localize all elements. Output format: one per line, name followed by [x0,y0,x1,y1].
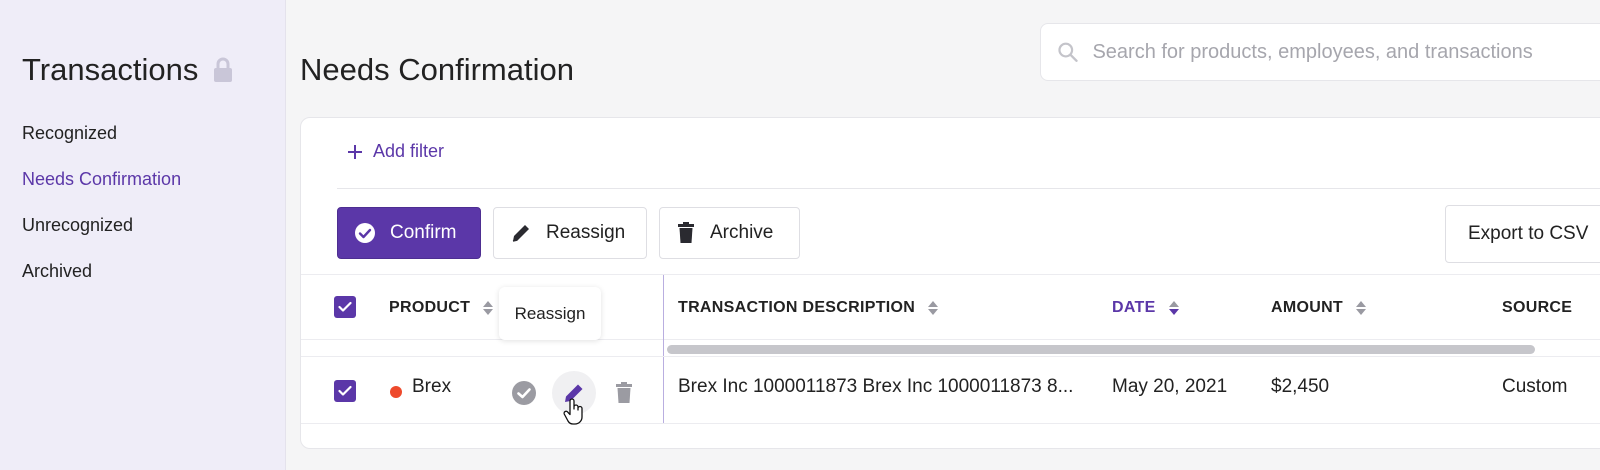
sort-icon [483,301,494,315]
column-header-product[interactable]: PRODUCT [389,299,494,317]
column-header-source[interactable]: SOURCE [1502,299,1572,317]
product-cell: Brex [412,376,452,397]
add-filter-button[interactable]: Add filter [347,141,444,162]
trash-icon [678,222,694,243]
lock-icon [214,57,233,82]
sidebar-nav: Recognized Needs Confirmation Unrecogniz… [22,120,181,304]
transactions-card: Add filter Confirm Reassign Archive Expo… [300,117,1600,449]
archive-label: Archive [710,222,774,243]
header-divider [301,339,1600,340]
sort-icon [928,301,939,315]
trash-icon [616,382,632,403]
check-circle-icon [355,223,375,243]
sidebar-title: Transactions [22,52,234,88]
status-dot [390,386,402,398]
checkmark-icon [338,385,352,396]
table-top-divider [301,274,1600,275]
column-label: TRANSACTION DESCRIPTION [678,299,916,316]
row-archive-button[interactable] [602,371,646,415]
plus-icon [348,144,362,159]
hand-cursor-icon [563,398,583,425]
row-confirm-button[interactable] [502,371,546,415]
reassign-label: Reassign [546,222,626,243]
filter-divider [337,188,1600,189]
sidebar-item-recognized[interactable]: Recognized [22,120,181,166]
column-header-amount[interactable]: AMOUNT [1271,299,1367,317]
sidebar-item-needs-confirmation[interactable]: Needs Confirmation [22,166,181,212]
archive-button[interactable]: Archive [659,207,800,259]
column-header-transaction-description[interactable]: TRANSACTION DESCRIPTION [678,299,939,317]
checkmark-icon [338,301,352,312]
column-label: DATE [1112,299,1156,316]
export-csv-button[interactable]: Export to CSV [1445,205,1600,263]
search-box[interactable] [1040,23,1600,81]
add-filter-label: Add filter [373,141,445,161]
column-label: PRODUCT [389,299,471,316]
reassign-tooltip: Reassign [499,287,601,340]
column-header-date[interactable]: DATE [1112,299,1180,317]
sort-icon [1356,301,1367,315]
row-checkbox[interactable] [334,380,356,402]
sort-desc-icon [1168,301,1179,315]
column-label: AMOUNT [1271,299,1344,316]
pencil-icon [512,225,529,242]
sidebar-item-unrecognized[interactable]: Unrecognized [22,212,181,258]
transaction-description-cell: Brex Inc 1000011873 Brex Inc 1000011873 … [678,376,1074,397]
search-input[interactable] [1092,40,1600,64]
sidebar-item-archived[interactable]: Archived [22,258,181,304]
horizontal-scrollbar[interactable] [667,345,1535,354]
column-label: SOURCE [1502,299,1573,316]
check-circle-icon [512,381,536,405]
select-all-checkbox[interactable] [334,296,356,318]
search-icon [1058,42,1078,62]
row-top-divider [301,356,1600,357]
confirm-label: Confirm [390,222,457,243]
date-cell: May 20, 2021 [1112,376,1228,397]
source-cell: Custom [1502,376,1568,397]
sidebar: Transactions Recognized Needs Confirmati… [0,0,286,470]
frozen-column-separator [663,275,664,423]
page-title: Needs Confirmation [300,52,574,87]
row-bottom-divider [301,423,1600,424]
reassign-button[interactable]: Reassign [493,207,647,259]
export-label: Export to CSV [1468,223,1589,244]
amount-cell: $2,450 [1271,376,1330,397]
confirm-button[interactable]: Confirm [337,207,481,259]
sidebar-title-text: Transactions [22,52,199,87]
